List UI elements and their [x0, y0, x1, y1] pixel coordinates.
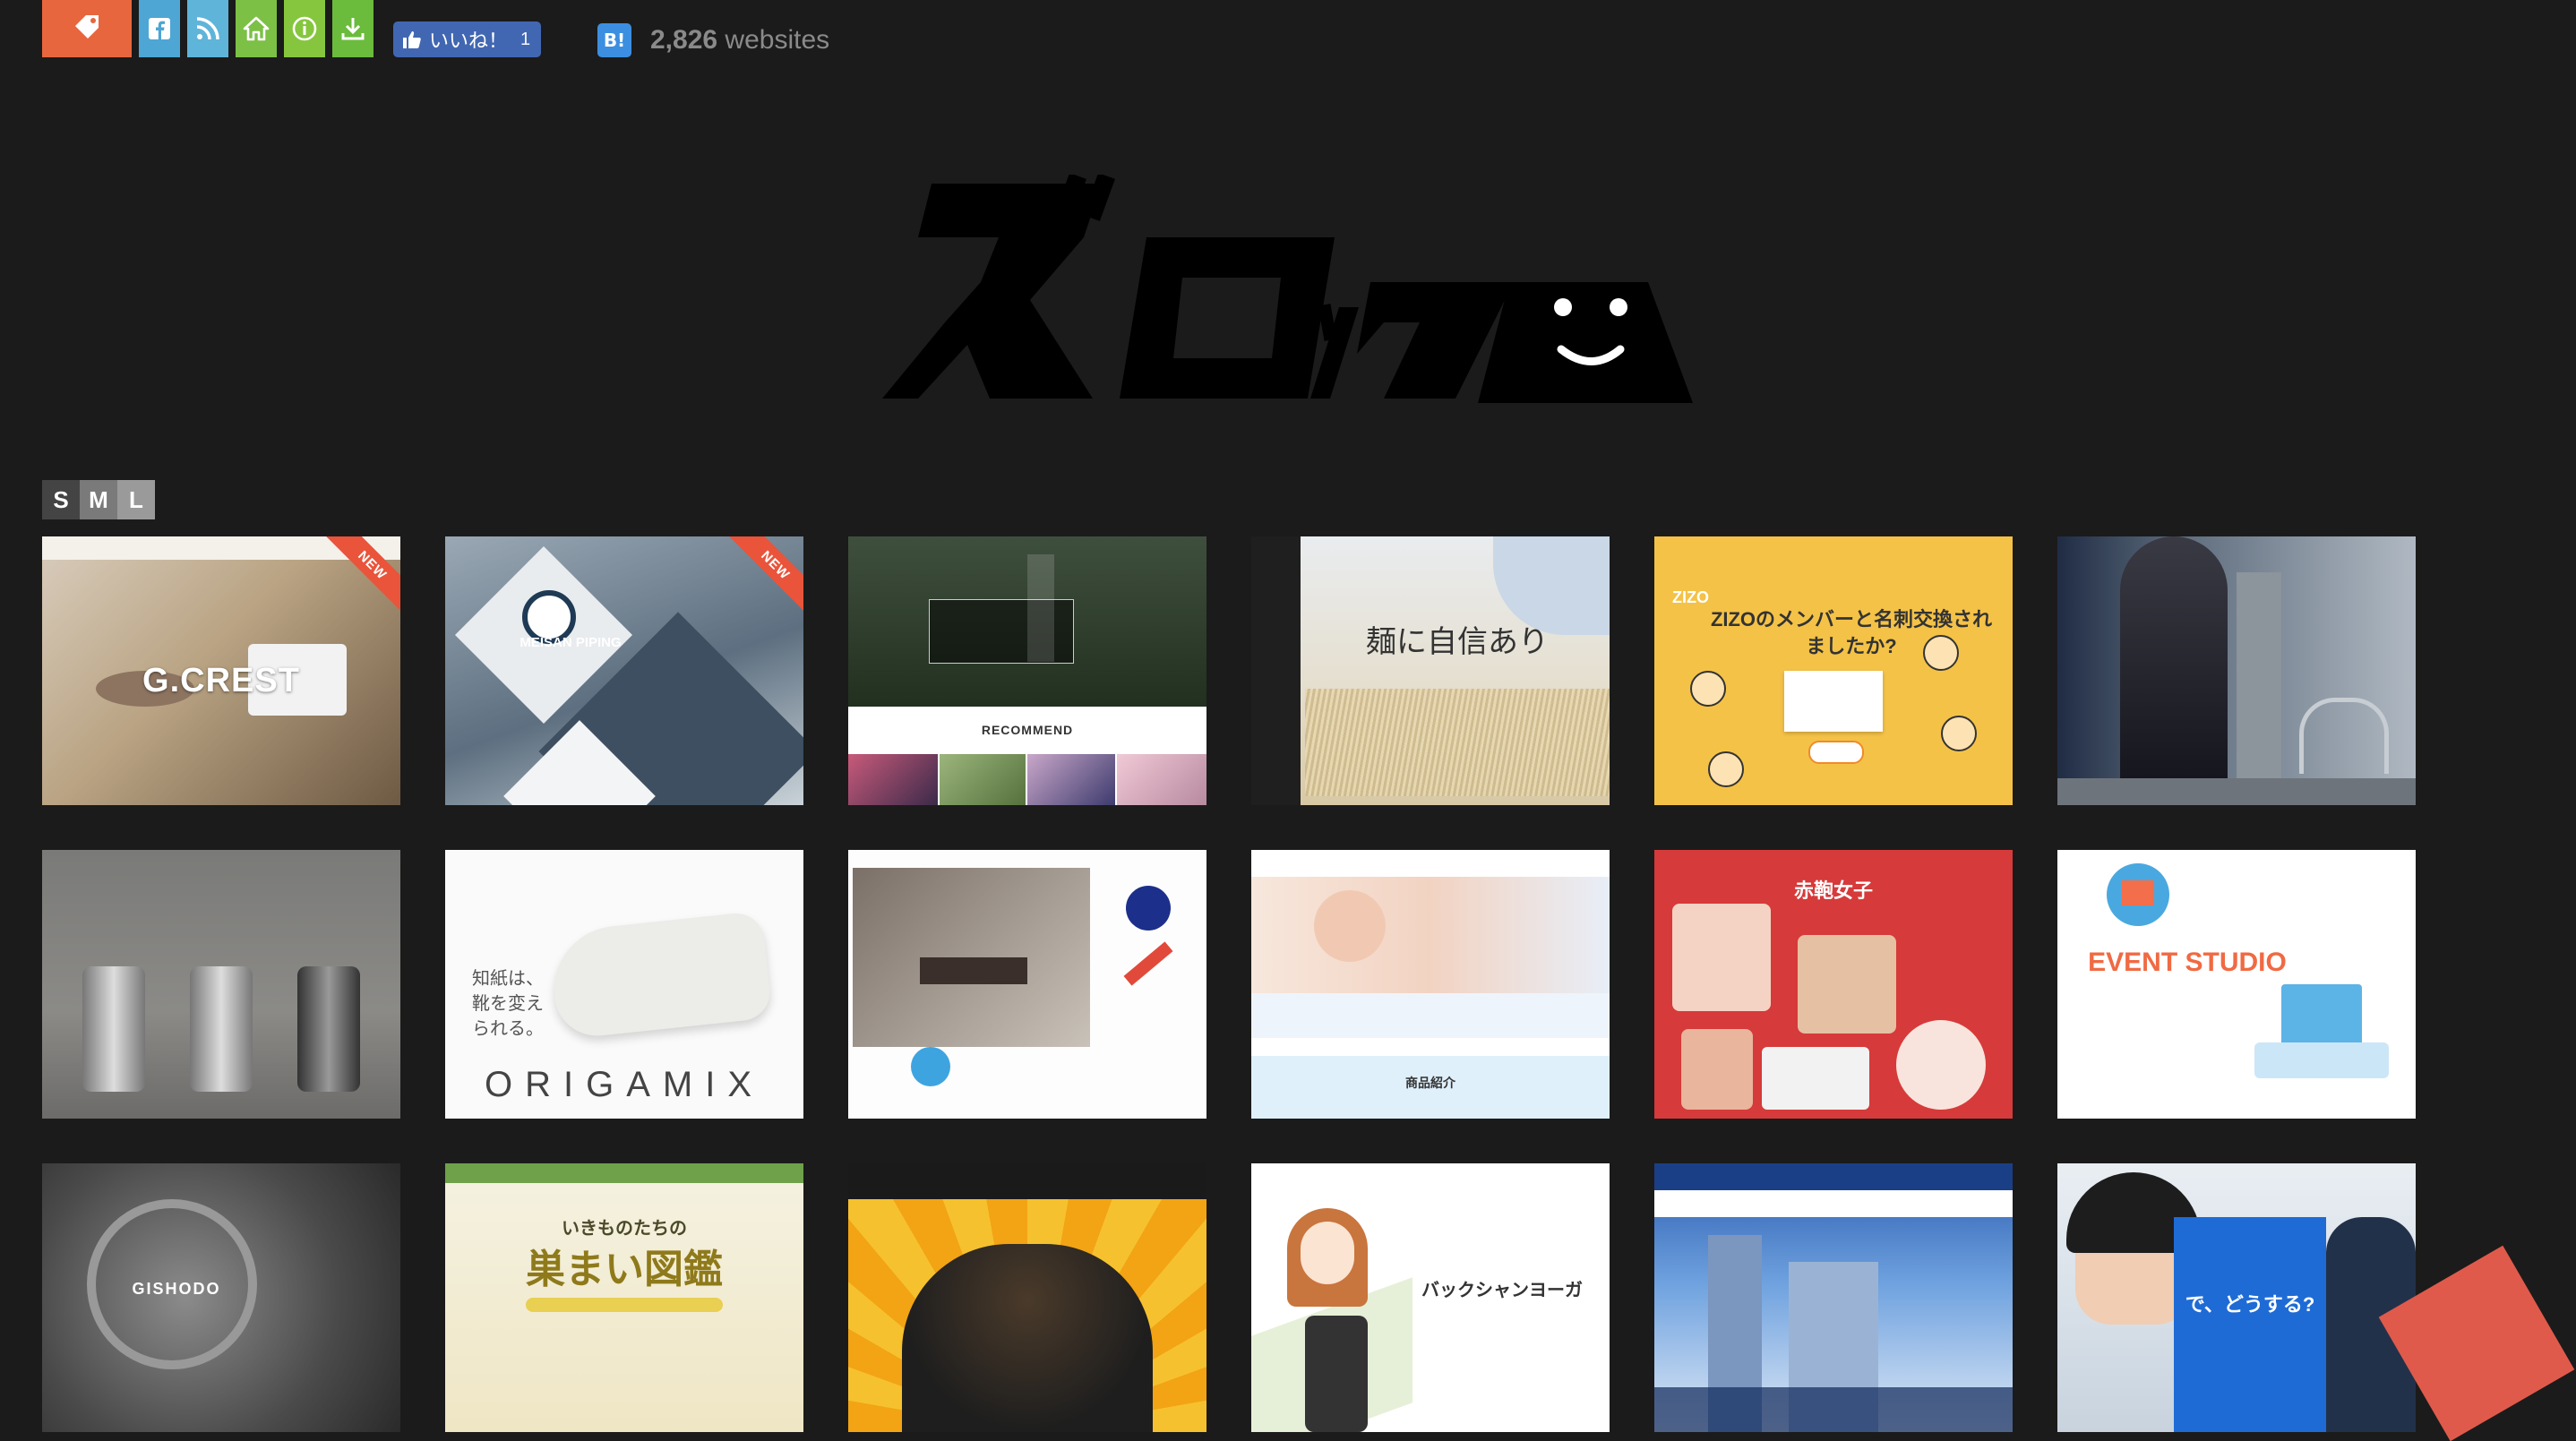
rss-button[interactable] [187, 0, 228, 57]
site-thumbnail[interactable] [848, 1163, 1206, 1432]
site-thumbnail[interactable]: 赤鞄女子 [1654, 850, 2013, 1119]
site-thumbnail-title: 商品紹介 [1405, 1076, 1455, 1090]
hatena-bookmark-button[interactable]: B! [597, 23, 631, 57]
site-thumbnail[interactable]: で、どうする? [2057, 1163, 2416, 1432]
site-thumbnail-title: 麺に自信あり [1366, 624, 1549, 660]
site-count: 2,826 websites [650, 25, 829, 56]
facebook-button[interactable] [139, 0, 180, 57]
site-thumbnail[interactable]: 商品紹介 [1251, 850, 1610, 1119]
facebook-like-button[interactable]: いいね！ 1 [393, 21, 542, 57]
site-thumbnail-title: で、どうする? [2185, 1293, 2315, 1316]
size-s-button[interactable]: S [42, 480, 80, 519]
site-thumbnail[interactable]: G.CREST NEW [42, 536, 400, 805]
site-thumbnail[interactable]: 麺に自信あり [1251, 536, 1610, 805]
new-badge: NEW [726, 536, 803, 615]
site-thumbnail-title: RECOMMEND [981, 723, 1074, 737]
site-thumbnail[interactable]: 知紙は、靴を変えられる。 ORIGAMIX [445, 850, 803, 1119]
site-thumbnail-subtitle: いきものたちの [562, 1219, 687, 1239]
site-thumbnail[interactable] [848, 850, 1206, 1119]
size-m-button[interactable]: M [80, 480, 117, 519]
site-thumbnail[interactable] [42, 850, 400, 1119]
like-label: いいね！ [429, 30, 509, 52]
site-count-number: 2,826 [650, 25, 718, 55]
download-button[interactable] [332, 0, 374, 57]
home-icon [243, 15, 270, 42]
site-thumbnail-title: ORIGAMIX [484, 1065, 765, 1104]
site-thumbnail-title: 赤鞄女子 [1793, 879, 1873, 903]
info-button[interactable] [284, 0, 325, 57]
site-thumbnail[interactable]: いきものたちの 巣まい図鑑 [445, 1163, 803, 1432]
site-thumbnail-title: EVENT STUDIO [2088, 948, 2287, 977]
tag-icon [72, 12, 102, 47]
site-thumbnail[interactable] [1654, 1163, 2013, 1432]
facebook-icon [148, 17, 171, 40]
info-icon [291, 15, 318, 42]
site-thumbnail[interactable]: EVENT STUDIO [2057, 850, 2416, 1119]
like-count: 1 [520, 29, 531, 49]
home-button[interactable] [236, 0, 277, 57]
site-thumbnail-title: MEISAN PIPING [519, 635, 622, 650]
site-thumbnail[interactable] [2057, 536, 2416, 805]
site-thumbnail-tagline: 知紙は、靴を変えられる。 [472, 969, 544, 1039]
site-thumbnail-title: GISHODO [132, 1280, 221, 1298]
site-count-suffix: websites [725, 25, 830, 55]
thumbs-up-icon [402, 30, 422, 49]
site-thumbnail[interactable]: RECOMMEND [848, 536, 1206, 805]
site-thumbnail[interactable]: MEISAN PIPING NEW [445, 536, 803, 805]
rss-icon [195, 16, 220, 41]
site-thumbnail-title: 巣まい図鑑 [526, 1247, 723, 1292]
download-icon [339, 15, 366, 42]
site-thumbnail[interactable]: ZIZO ZIZOのメンバーと名刺交換されましたか? [1654, 536, 2013, 805]
tag-button[interactable] [42, 0, 132, 57]
site-thumbnail-brand: ZIZO [1672, 588, 1709, 606]
site-thumbnail-title: G.CREST [142, 662, 300, 699]
site-logo[interactable] [882, 175, 1693, 407]
site-thumbnail[interactable]: バックシャンヨーガ [1251, 1163, 1610, 1432]
site-thumbnail[interactable]: GISHODO [42, 1163, 400, 1432]
size-l-button[interactable]: L [117, 480, 155, 519]
thumbnail-size-switch: S M L [42, 480, 155, 519]
site-thumbnail-title: バックシャンヨーガ [1421, 1281, 1583, 1300]
top-toolbar: いいね！ 1 [42, 0, 542, 57]
